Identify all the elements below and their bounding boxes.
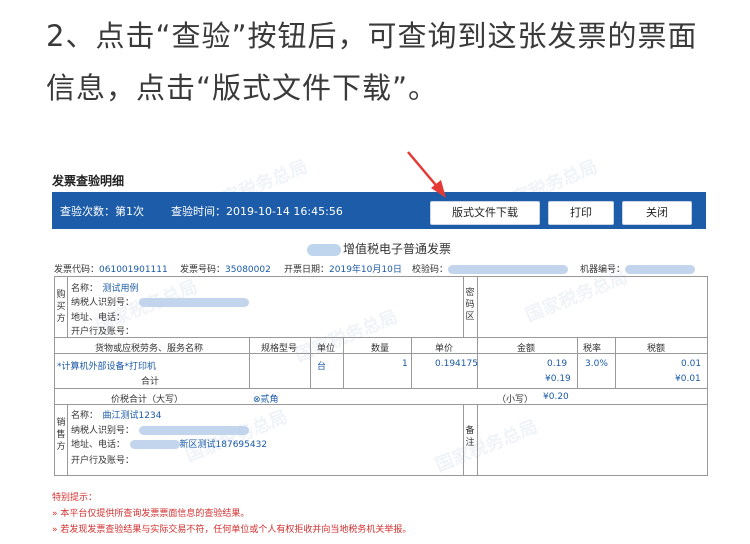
pointer-arrow-icon [407,151,446,198]
